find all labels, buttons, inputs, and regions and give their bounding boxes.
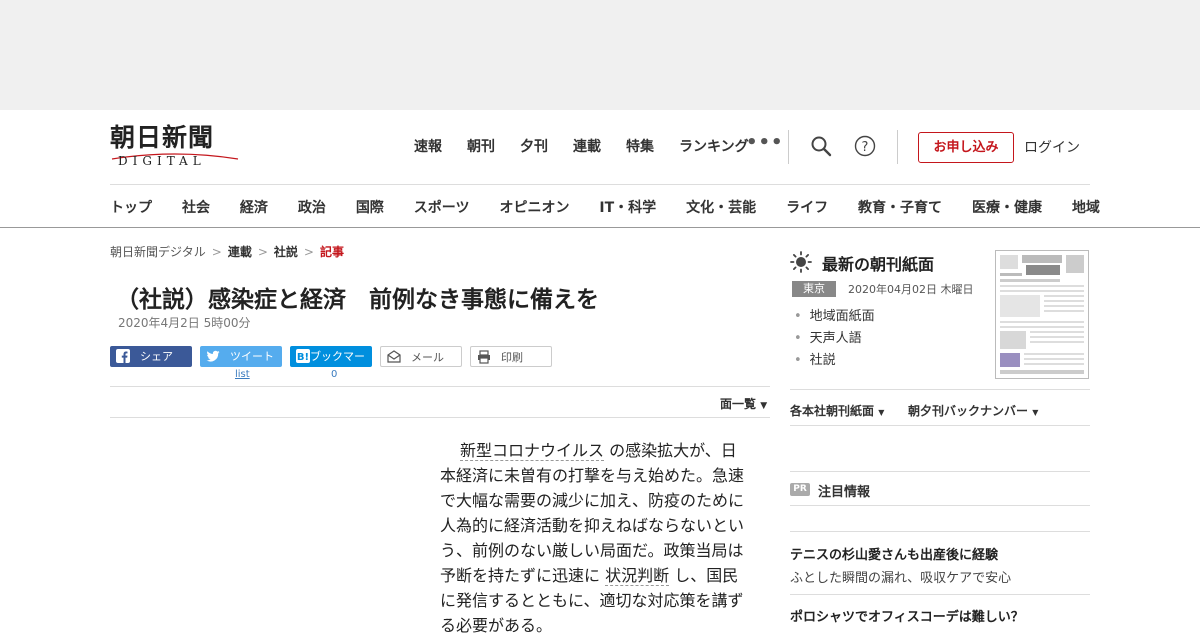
mail-icon bbox=[387, 350, 401, 363]
twitter-icon bbox=[206, 350, 220, 362]
print-button[interactable]: 印刷 bbox=[470, 346, 552, 367]
article-body: 新型コロナウイルス の感染拡大が、日本経済に未曽有の打撃を与え始めた。急速で大幅… bbox=[440, 438, 750, 638]
region-badge: 東京 bbox=[792, 281, 836, 297]
nav-rensai[interactable]: 連載 bbox=[573, 136, 601, 156]
section-it-science[interactable]: IT・科学 bbox=[599, 197, 656, 217]
ad-banner-area bbox=[0, 0, 1200, 110]
section-culture[interactable]: 文化・芸能 bbox=[686, 197, 756, 217]
nav-ranking[interactable]: ランキング bbox=[679, 136, 749, 156]
newspaper-page-image bbox=[1000, 255, 1084, 374]
section-education[interactable]: 教育・子育て bbox=[858, 197, 942, 217]
article-date: 2020年4月2日 5時00分 bbox=[118, 316, 251, 330]
sidebar-divider bbox=[790, 389, 1090, 390]
caret-down-icon: ▼ bbox=[760, 401, 768, 411]
printer-icon bbox=[478, 350, 490, 364]
pr-section-title: 注目情報 bbox=[818, 485, 871, 500]
section-sports[interactable]: スポーツ bbox=[414, 197, 470, 217]
svg-text:B!: B! bbox=[297, 352, 309, 363]
print-label: 印刷 bbox=[501, 351, 523, 364]
login-link[interactable]: ログイン bbox=[1024, 137, 1080, 157]
nav-sokuho[interactable]: 速報 bbox=[414, 136, 442, 156]
top-nav: 速報 朝刊 夕刊 連載 特集 ランキング bbox=[414, 136, 774, 156]
mail-share-button[interactable]: メール bbox=[380, 346, 462, 367]
twitter-count-link[interactable]: list bbox=[235, 369, 250, 380]
caret-down-icon: ▼ bbox=[878, 408, 885, 417]
section-economy[interactable]: 経済 bbox=[240, 197, 268, 217]
breadcrumb-shasetsu[interactable]: 社説 bbox=[274, 245, 298, 259]
breadcrumb: 朝日新聞デジタル > 連載 > 社説 > 記事 bbox=[110, 245, 344, 259]
site-header: 朝日新聞 DIGITAL 速報 朝刊 夕刊 連載 特集 ランキング ••• ? … bbox=[0, 110, 1200, 228]
breadcrumb-home[interactable]: 朝日新聞デジタル bbox=[110, 245, 206, 259]
keyword-link-coronavirus[interactable]: 新型コロナウイルス bbox=[460, 441, 605, 461]
sidebar-links: • 地域面紙面 • 天声人語 • 社説 bbox=[794, 306, 875, 372]
section-top[interactable]: トップ bbox=[110, 197, 152, 217]
pr-ad-subtext[interactable]: ふとした瞬間の漏れ、吸収ケアで安心 bbox=[790, 567, 1011, 586]
section-life[interactable]: ライフ bbox=[786, 197, 828, 217]
hatena-count: 0 bbox=[331, 369, 338, 380]
sidebar-divider bbox=[790, 531, 1090, 532]
keyword-link-situation[interactable]: 状況判断 bbox=[605, 566, 670, 586]
pr-badge: PR bbox=[790, 483, 810, 496]
header-divider-line bbox=[110, 184, 1090, 185]
menkan-label: 面一覧 bbox=[720, 397, 757, 411]
regional-paper-dropdown[interactable]: 各本社朝刊紙面 ▼ bbox=[790, 402, 884, 419]
paper-date: 2020年04月02日 木曜日 bbox=[848, 283, 974, 296]
twitter-share-label: ツイート bbox=[230, 350, 274, 363]
sun-icon bbox=[790, 251, 812, 273]
hatena-bookmark-button[interactable]: B! ブックマーク bbox=[290, 346, 372, 384]
section-nav: トップ 社会 経済 政治 国際 スポーツ オピニオン IT・科学 文化・芸能 ラ… bbox=[110, 197, 1100, 217]
section-international[interactable]: 国際 bbox=[356, 197, 384, 217]
article-divider bbox=[110, 386, 770, 387]
sidebar-link[interactable]: • 社説 bbox=[794, 350, 875, 372]
section-health[interactable]: 医療・健康 bbox=[972, 197, 1042, 217]
sidebar-divider bbox=[790, 425, 1090, 426]
newspaper-thumbnail[interactable] bbox=[995, 250, 1089, 379]
sidebar-link[interactable]: • 地域面紙面 bbox=[794, 306, 875, 328]
section-politics[interactable]: 政治 bbox=[298, 197, 326, 217]
article-title: （社説）感染症と経済 前例なき事態に備えを bbox=[116, 287, 599, 313]
hatena-bookmark-label: ブックマーク bbox=[310, 350, 365, 384]
sidebar-divider bbox=[790, 505, 1090, 506]
facebook-share-button[interactable]: シェア bbox=[110, 346, 192, 367]
body-text: の感染拡大が、日本経済に未曽有の打撃を与え始めた。急速で大幅な需要の減少に加え、… bbox=[440, 441, 745, 585]
search-icon[interactable] bbox=[810, 135, 832, 157]
logo-sub-text: DIGITAL bbox=[118, 154, 206, 168]
more-menu-icon[interactable]: ••• bbox=[746, 132, 784, 153]
facebook-share-label: シェア bbox=[140, 350, 173, 363]
sidebar-divider bbox=[790, 594, 1090, 595]
svg-text:?: ? bbox=[862, 140, 869, 155]
pr-ad-headline[interactable]: テニスの杉山愛さんも出産後に経験 bbox=[790, 544, 998, 563]
hatena-bookmark-icon: B! bbox=[296, 349, 310, 363]
nav-tokushu[interactable]: 特集 bbox=[626, 136, 654, 156]
header-divider bbox=[897, 130, 898, 164]
section-opinion[interactable]: オピニオン bbox=[499, 197, 569, 217]
section-society[interactable]: 社会 bbox=[182, 197, 210, 217]
breadcrumb-current: 記事 bbox=[319, 245, 344, 259]
header-divider bbox=[788, 130, 789, 164]
menkan-dropdown[interactable]: 面一覧 ▼ bbox=[720, 395, 767, 412]
nav-yukan[interactable]: 夕刊 bbox=[520, 136, 548, 156]
help-icon[interactable]: ? bbox=[854, 135, 876, 157]
pr-ad-headline[interactable]: ポロシャツでオフィスコーデは難しい？ bbox=[790, 606, 1024, 625]
sidebar-divider bbox=[790, 471, 1090, 472]
article-divider bbox=[110, 417, 770, 418]
caret-down-icon: ▼ bbox=[1032, 408, 1039, 417]
logo-main-text: 朝日新聞 bbox=[110, 123, 215, 152]
site-logo[interactable]: 朝日新聞 DIGITAL bbox=[110, 124, 245, 174]
facebook-icon bbox=[116, 349, 130, 363]
sidebar-link[interactable]: • 天声人語 bbox=[794, 328, 875, 350]
breadcrumb-rensai[interactable]: 連載 bbox=[228, 245, 252, 259]
twitter-share-button[interactable]: ツイート bbox=[200, 346, 282, 367]
sidebar-title[interactable]: 最新の朝刊紙面 bbox=[822, 251, 934, 275]
subscribe-button[interactable]: お申し込み bbox=[918, 132, 1014, 163]
section-local[interactable]: 地域 bbox=[1072, 197, 1100, 217]
backnumber-dropdown[interactable]: 朝夕刊バックナンバー ▼ bbox=[908, 402, 1038, 419]
nav-choukan[interactable]: 朝刊 bbox=[467, 136, 495, 156]
mail-share-label: メール bbox=[411, 351, 444, 364]
